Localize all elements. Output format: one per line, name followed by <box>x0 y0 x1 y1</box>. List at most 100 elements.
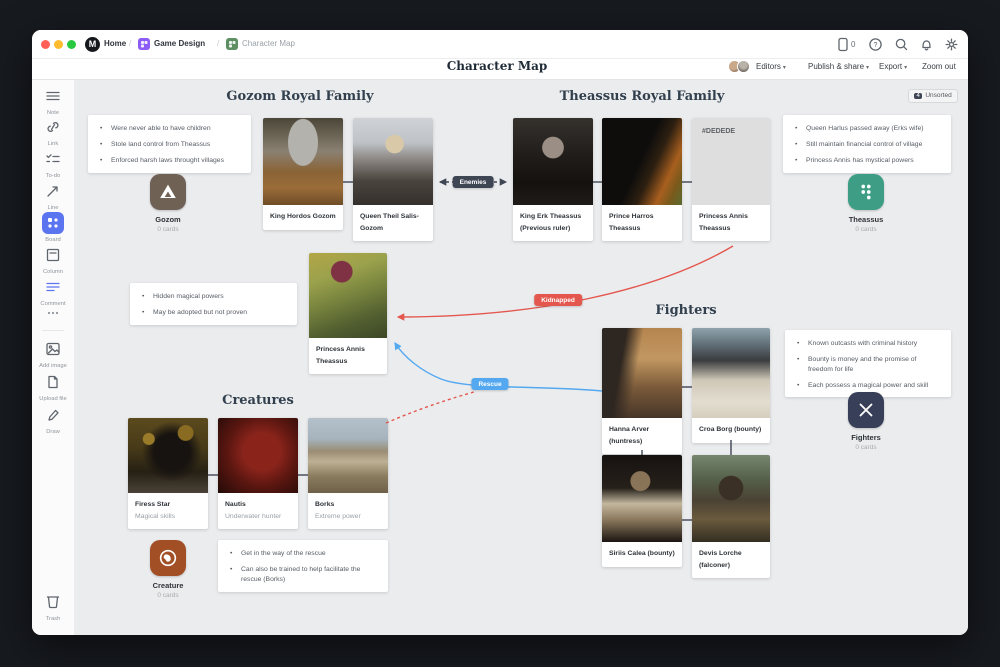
prince-harros-photo <box>602 118 682 205</box>
minimize-window-button[interactable] <box>54 40 63 49</box>
breadcrumb-separator <box>217 39 219 48</box>
heading-gozom-family[interactable]: Gozom Royal Family <box>200 89 400 104</box>
hanna-arver-photo <box>602 328 682 418</box>
color-placeholder: #DEDEDE <box>692 118 770 205</box>
settings-gear-icon[interactable] <box>944 37 959 52</box>
trash-icon <box>43 592 63 610</box>
card-firess-star[interactable]: Firess StarMagical skills <box>128 418 208 529</box>
card-princess-annis[interactable]: Princess Annis Theassus <box>309 253 387 374</box>
card-prince-harros[interactable]: Prince Harros Theassus <box>602 118 682 241</box>
gozom-board-icon <box>150 174 186 210</box>
sidebar-divider <box>42 330 64 331</box>
heading-creatures[interactable]: Creatures <box>208 393 308 408</box>
card-queen-theil[interactable]: Queen Theil Salis-Gozom <box>353 118 433 241</box>
todo-checklist-icon <box>43 151 63 169</box>
tool-trash[interactable]: Trash <box>33 592 73 622</box>
rescue-line-label[interactable]: Rescue <box>471 378 508 390</box>
board-theassus[interactable]: Theassus 0 cards <box>830 174 902 233</box>
desktop: M Home Game Design Character Map 0 ? Cha… <box>0 0 1000 667</box>
fighters-board-icon <box>848 392 884 428</box>
help-icon[interactable]: ? <box>868 37 883 52</box>
note-creature-facts[interactable]: Get in the way of the rescue Can also be… <box>218 540 388 592</box>
current-board-icon[interactable] <box>226 38 238 50</box>
enemies-line-label[interactable]: Enemies <box>453 176 494 188</box>
card-devis-lorche[interactable]: Devis Lorche (falconer) <box>692 455 770 578</box>
device-icon[interactable] <box>838 37 848 52</box>
tool-board[interactable]: Board <box>33 212 73 243</box>
card-croa-borg[interactable]: Croa Borg (bounty) <box>692 328 770 443</box>
unsorted-count: 4 <box>914 93 922 99</box>
maximize-window-button[interactable] <box>67 40 76 49</box>
export-button[interactable]: Export <box>879 62 907 71</box>
tool-link[interactable]: Link <box>33 119 73 147</box>
note-fighters-facts[interactable]: Known outcasts with criminal history Bou… <box>785 330 951 397</box>
tool-todo[interactable]: To-do <box>33 151 73 179</box>
draw-pencil-icon <box>43 407 63 425</box>
breadcrumb-project[interactable]: Game Design <box>154 39 205 48</box>
borks-photo <box>308 418 388 493</box>
comment-icon <box>43 279 63 297</box>
editor-avatar[interactable] <box>737 60 750 73</box>
page-title: Character Map <box>397 59 597 73</box>
tool-add-image[interactable]: Add image <box>33 341 73 369</box>
unsorted-tray-button[interactable]: 4Unsorted <box>908 89 958 103</box>
siriis-calea-photo <box>602 455 682 542</box>
line-arrow-icon <box>43 183 63 201</box>
board-fighters[interactable]: Fighters 0 cards <box>830 392 902 451</box>
tool-column[interactable]: Column <box>33 247 73 275</box>
column-icon <box>43 247 63 265</box>
tool-line[interactable]: Line <box>33 183 73 211</box>
creature-board-icon <box>150 540 186 576</box>
notifications-bell-icon[interactable] <box>919 37 934 52</box>
king-erk-photo <box>513 118 593 205</box>
breadcrumb-separator <box>129 39 131 48</box>
firess-star-photo <box>128 418 208 493</box>
add-image-icon <box>43 341 63 359</box>
card-king-erk[interactable]: King Erk Theassus (Previous ruler) <box>513 118 593 241</box>
card-king-hordos[interactable]: King Hordos Gozom <box>263 118 343 230</box>
search-icon[interactable] <box>894 37 909 52</box>
tool-note[interactable]: Note <box>33 88 73 116</box>
svg-text:?: ? <box>874 42 878 49</box>
princess-annis-photo <box>309 253 387 338</box>
card-hanna-arver[interactable]: Hanna Arver (huntress) <box>602 328 682 454</box>
tool-draw[interactable]: Draw <box>33 407 73 435</box>
tool-more[interactable] <box>33 306 73 324</box>
publish-share-button[interactable]: Publish & share <box>808 62 869 71</box>
tool-comment[interactable]: Comment <box>33 279 73 307</box>
note-theassus-facts[interactable]: Queen Harlus passed away (Erks wife) Sti… <box>783 115 951 173</box>
app-window: M Home Game Design Character Map 0 ? Cha… <box>32 30 968 635</box>
kidnapped-line-label[interactable]: Kidnapped <box>534 294 582 306</box>
king-hordos-photo <box>263 118 343 205</box>
close-window-button[interactable] <box>41 40 50 49</box>
board-creature[interactable]: Creature 0 cards <box>132 540 204 599</box>
device-count: 0 <box>851 40 855 49</box>
card-siriis-calea[interactable]: Siriis Calea (bounty) <box>602 455 682 567</box>
tool-upload-file[interactable]: Upload file <box>33 374 73 402</box>
heading-theassus-family[interactable]: Theassus Royal Family <box>537 89 747 104</box>
project-board-icon[interactable] <box>138 38 150 50</box>
queen-theil-photo <box>353 118 433 205</box>
zoom-out-button[interactable]: Zoom out <box>922 62 956 71</box>
croa-borg-photo <box>692 328 770 418</box>
note-princess-facts[interactable]: Hidden magical powers May be adopted but… <box>130 283 297 325</box>
breadcrumb-current[interactable]: Character Map <box>242 39 295 48</box>
card-princess-annis-placeholder[interactable]: #DEDEDE Princess Annis Theassus <box>692 118 770 241</box>
card-nautis[interactable]: NautisUnderwater hunter <box>218 418 298 529</box>
upload-file-icon <box>43 374 63 392</box>
milanote-logo[interactable]: M <box>85 37 100 52</box>
nautis-photo <box>218 418 298 493</box>
note-gozom-facts[interactable]: Were never able to have children Stole l… <box>88 115 251 173</box>
breadcrumb-home[interactable]: Home <box>104 39 126 48</box>
unsorted-label: Unsorted <box>925 92 951 99</box>
theassus-board-icon <box>848 174 884 210</box>
board-gozom[interactable]: Gozom 0 cards <box>132 174 204 233</box>
heading-fighters[interactable]: Fighters <box>636 303 736 318</box>
link-icon <box>43 119 63 137</box>
note-icon <box>43 88 63 106</box>
editors-menu-button[interactable]: Editors <box>756 62 786 71</box>
devis-lorche-photo <box>692 455 770 542</box>
board-icon <box>42 212 64 234</box>
more-ellipsis-icon <box>43 306 63 324</box>
card-borks[interactable]: BorksExtreme power <box>308 418 388 529</box>
